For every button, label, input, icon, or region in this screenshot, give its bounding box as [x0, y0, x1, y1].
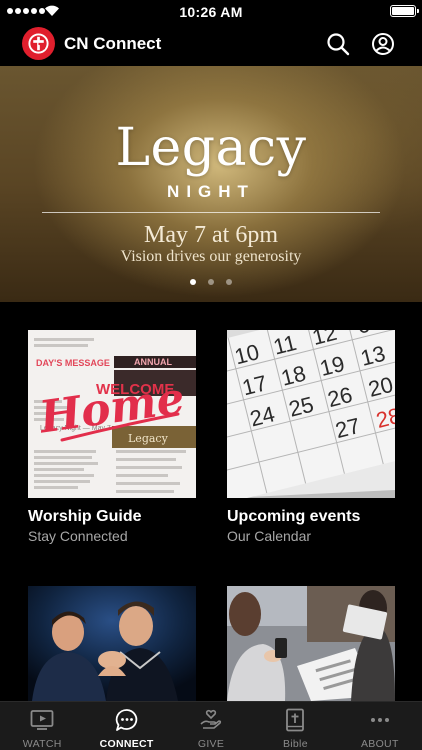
- search-button[interactable]: [325, 31, 351, 57]
- carousel-page-indicator[interactable]: [0, 279, 422, 285]
- worship-guide-thumbnail: DAY'S MESSAGE ANNUAL Legacy Legacy Night…: [28, 330, 196, 498]
- more-dots-icon: [367, 708, 393, 732]
- hero-banner[interactable]: Legacy NIGHT May 7 at 6pm Vision drives …: [0, 66, 422, 302]
- worship-photo-thumbnail: [28, 586, 196, 701]
- carousel-dot[interactable]: [208, 279, 214, 285]
- card-worship-photo[interactable]: [28, 586, 196, 701]
- tab-label: GIVE: [197, 738, 225, 750]
- give-hand-icon: [198, 708, 224, 732]
- carousel-dot[interactable]: [190, 279, 196, 285]
- tab-connect[interactable]: CONNECT: [84, 702, 168, 750]
- card-title: Worship Guide: [28, 508, 142, 525]
- battery-icon: [390, 5, 419, 17]
- card-upcoming-events[interactable]: 10 11 12 6 17 18 19 13 24 25 26 20 21 27…: [227, 330, 395, 544]
- card-worship-guide[interactable]: DAY'S MESSAGE ANNUAL Legacy Legacy Night…: [28, 330, 196, 544]
- bible-icon: [282, 708, 308, 732]
- tab-about[interactable]: ABOUT: [338, 702, 422, 750]
- account-icon: [372, 33, 394, 55]
- hero-date: May 7 at 6pm: [144, 222, 278, 248]
- hero-title: Legacy: [115, 118, 307, 178]
- church-logo-icon: [28, 33, 49, 54]
- account-button[interactable]: [370, 31, 396, 57]
- tab-label: CONNECT: [99, 738, 154, 750]
- tab-label: Bible: [282, 738, 308, 750]
- thumb-header-left: DAY'S MESSAGE: [36, 358, 110, 368]
- app-title: CN Connect: [64, 34, 162, 53]
- hero-divider: [42, 212, 380, 213]
- hero-tagline: Vision drives our generosity: [120, 248, 302, 265]
- tab-give[interactable]: GIVE: [169, 702, 253, 750]
- chat-bubble-icon: [114, 708, 140, 732]
- thumb-header-right: ANNUAL: [134, 357, 172, 367]
- app-logo[interactable]: [22, 27, 55, 60]
- tab-watch[interactable]: WATCH: [0, 702, 84, 750]
- status-bar: 10:26 AM: [0, 0, 422, 22]
- card-subtitle: Our Calendar: [227, 528, 312, 544]
- tv-icon: [29, 708, 55, 732]
- tab-label: ABOUT: [360, 738, 399, 750]
- card-subtitle: Stay Connected: [28, 528, 128, 544]
- thumb-mini-logo: Legacy: [128, 432, 169, 445]
- search-icon: [327, 33, 350, 56]
- card-title: Upcoming events: [227, 508, 361, 525]
- status-time: 10:26 AM: [179, 4, 243, 20]
- calendar-thumbnail: 10 11 12 6 17 18 19 13 24 25 26 20 21 27…: [227, 330, 395, 498]
- card-community-photo[interactable]: [227, 586, 395, 701]
- app-header: CN Connect: [0, 22, 422, 66]
- hero-subtitle: NIGHT: [167, 182, 255, 201]
- community-photo-thumbnail: [227, 586, 395, 701]
- tab-bible[interactable]: Bible: [253, 702, 337, 750]
- bottom-tab-bar: WATCH CONNECT GIVE Bible ABOUT: [0, 701, 422, 750]
- carousel-dot[interactable]: [226, 279, 232, 285]
- tab-label: WATCH: [22, 738, 62, 750]
